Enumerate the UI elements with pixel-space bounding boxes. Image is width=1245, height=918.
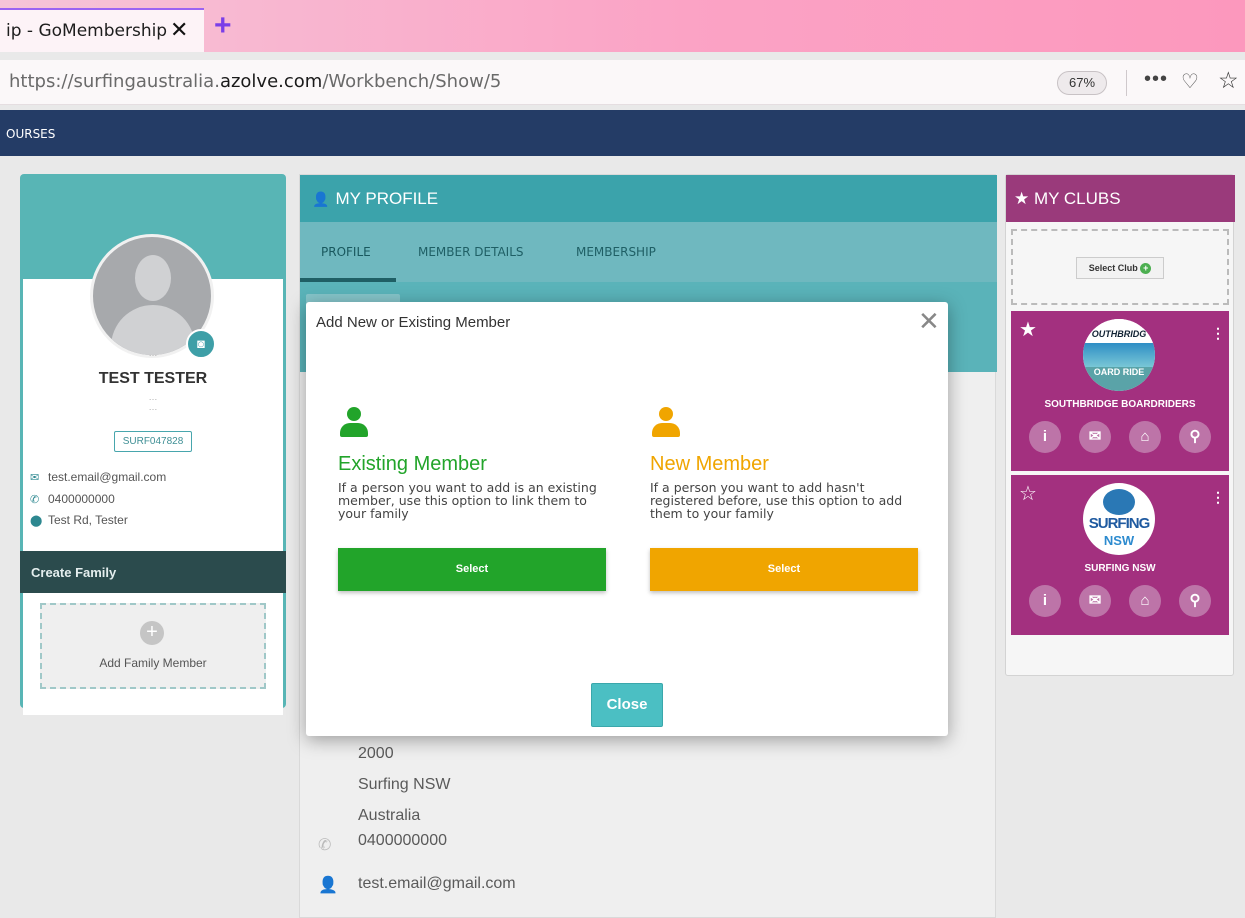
- url-path: /Workbench/Show/5: [322, 71, 502, 92]
- person-icon: [340, 407, 368, 439]
- existing-title-word1: Existing: [338, 453, 409, 475]
- app-nav-bar: OURSES: [0, 110, 1245, 156]
- close-icon[interactable]: ✕: [918, 308, 940, 334]
- new-title-word1: New: [650, 453, 691, 475]
- pocket-icon[interactable]: ♡: [1181, 69, 1199, 94]
- new-member-description: If a person you want to add hasn't regis…: [650, 480, 903, 521]
- existing-member-title: Existing Member: [338, 453, 606, 476]
- select-new-member-button[interactable]: Select: [650, 548, 918, 591]
- existing-member-option: Existing Member If a person you want to …: [338, 407, 606, 520]
- add-member-modal: Add New or Existing Member ✕ Existing Me…: [306, 302, 948, 736]
- existing-member-description: If a person you want to add is an existi…: [338, 480, 597, 521]
- browser-tab[interactable]: ip - GoMembership ✕: [0, 8, 204, 52]
- zoom-indicator[interactable]: 67%: [1057, 71, 1107, 95]
- new-member-title: New Member: [650, 453, 918, 476]
- close-button[interactable]: Close: [591, 683, 663, 727]
- nav-item-courses[interactable]: OURSES: [6, 127, 55, 141]
- tab-close-icon[interactable]: ✕: [170, 18, 188, 42]
- browser-tab-bar: ip - GoMembership ✕ +: [0, 0, 1245, 52]
- modal-title: Add New or Existing Member: [316, 314, 511, 331]
- url-field[interactable]: https://surfingaustralia.azolve.com/Work…: [9, 71, 501, 92]
- person-icon: [652, 407, 680, 439]
- tab-title: ip - GoMembership: [6, 21, 168, 41]
- url-host: azolve.com: [219, 71, 323, 92]
- url-bar: https://surfingaustralia.azolve.com/Work…: [0, 60, 1245, 105]
- select-existing-member-button[interactable]: Select: [338, 548, 606, 591]
- new-member-option: New Member If a person you want to add h…: [650, 407, 918, 520]
- existing-title-word2: Member: [413, 453, 487, 475]
- bookmark-star-icon[interactable]: ☆: [1218, 67, 1239, 94]
- url-separator: [1126, 70, 1127, 96]
- more-actions-icon[interactable]: •••: [1144, 68, 1168, 91]
- url-prefix: https://surfingaustralia.: [9, 71, 220, 92]
- new-title-word2: Member: [695, 453, 769, 475]
- new-tab-icon[interactable]: +: [214, 11, 232, 41]
